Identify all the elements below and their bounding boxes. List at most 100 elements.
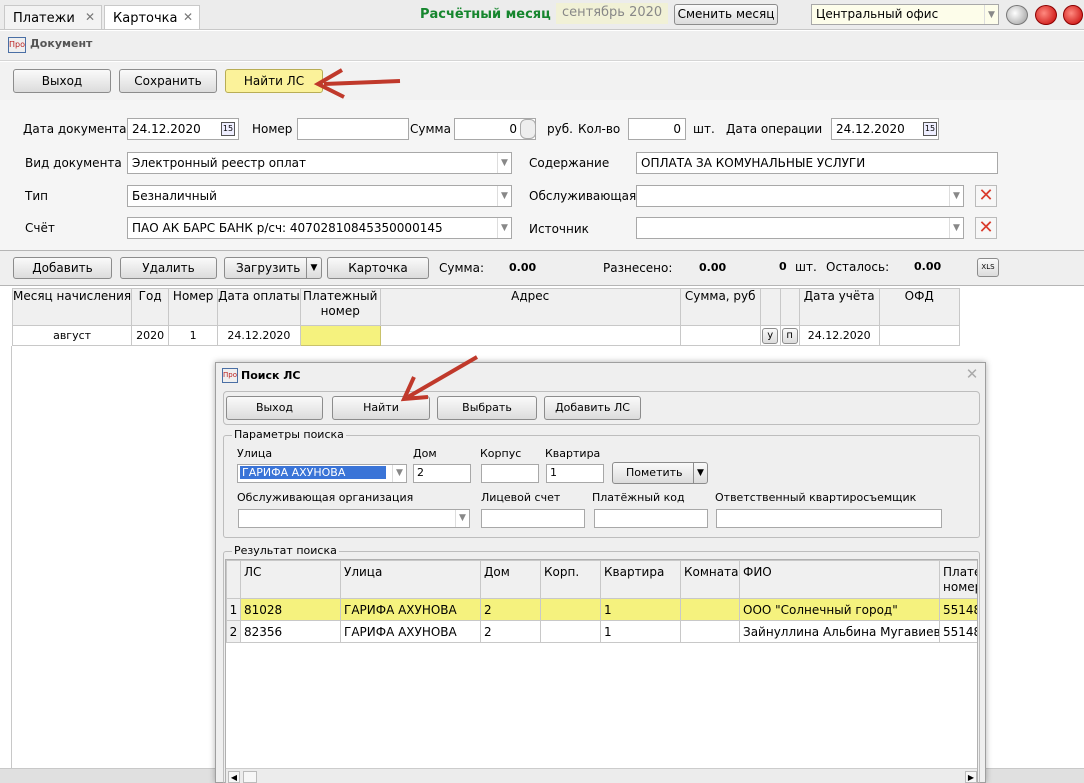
chevron-down-icon[interactable]: ▼ xyxy=(497,186,511,206)
chevron-down-icon[interactable]: ▼ xyxy=(949,186,963,206)
record-icon[interactable] xyxy=(1035,5,1057,25)
tab-payments[interactable]: Платежи ✕ xyxy=(4,5,102,29)
p-button[interactable]: п xyxy=(781,327,798,344)
col-header[interactable]: ОФД xyxy=(878,288,960,326)
exit-button[interactable]: Выход xyxy=(226,396,323,420)
col-header[interactable]: Сумма, руб xyxy=(679,288,761,326)
col-header[interactable]: Дата оплаты xyxy=(217,288,301,326)
cell-pay-number[interactable] xyxy=(299,325,381,346)
office-select[interactable]: Центральный офис ▼ xyxy=(811,4,999,25)
xls-export-icon[interactable]: XLS xyxy=(977,258,999,277)
cell-date[interactable]: 24.12.2020 xyxy=(217,325,301,346)
cell-year[interactable]: 2020 xyxy=(131,325,170,346)
table-row[interactable]: 1 81028 ГАРИФА АХУНОВА 2 1 ООО "Солнечны… xyxy=(226,598,977,621)
cell-house[interactable]: 2 xyxy=(480,598,541,621)
change-month-button[interactable]: Сменить месяц xyxy=(674,4,778,25)
mark-button[interactable]: Пометить ▼ xyxy=(612,462,708,484)
org-select[interactable]: ▼ xyxy=(238,509,470,528)
exit-button[interactable]: Выход xyxy=(13,69,111,93)
qty-field[interactable]: 0 xyxy=(628,118,686,140)
col-header[interactable]: Месяц начисления xyxy=(11,288,133,326)
add-button[interactable]: Добавить xyxy=(13,257,112,279)
load-button[interactable]: Загрузить ▼ xyxy=(224,257,322,279)
cell-month[interactable]: август xyxy=(11,325,133,346)
cell-room[interactable] xyxy=(680,598,740,621)
cell-street[interactable]: ГАРИФА АХУНОВА xyxy=(340,598,481,621)
cell-pay-number[interactable]: 551488 xyxy=(939,598,977,621)
cell-flat[interactable]: 1 xyxy=(600,598,681,621)
house-field[interactable]: 2 xyxy=(413,464,471,483)
serv-select[interactable]: ▼ xyxy=(636,185,964,207)
table-row[interactable]: 2 82356 ГАРИФА АХУНОВА 2 1 Зайнуллина Ал… xyxy=(226,620,977,643)
korpus-field[interactable] xyxy=(481,464,539,483)
card-button[interactable]: Карточка xyxy=(327,257,429,279)
delete-button[interactable]: Удалить xyxy=(120,257,217,279)
chevron-down-icon[interactable]: ▼ xyxy=(984,5,998,24)
search-icon[interactable] xyxy=(1006,5,1028,25)
col-header[interactable]: Дата учёта xyxy=(798,288,880,326)
flat-field[interactable]: 1 xyxy=(546,464,604,483)
col-header[interactable]: Корп. xyxy=(540,560,601,599)
exit-icon[interactable] xyxy=(1063,5,1083,25)
cell-pay-number[interactable]: 551482 xyxy=(939,620,977,643)
chevron-down-icon[interactable]: ▼ xyxy=(306,258,321,278)
src-select[interactable]: ▼ xyxy=(636,217,964,239)
scroll-thumb[interactable] xyxy=(243,771,257,783)
col-header[interactable]: Год xyxy=(131,288,170,326)
cell-house[interactable]: 2 xyxy=(480,620,541,643)
cell-korp[interactable] xyxy=(540,620,601,643)
spinner-icon[interactable] xyxy=(520,119,536,139)
col-header[interactable]: Адрес xyxy=(379,288,681,326)
scroll-left-icon[interactable]: ◀ xyxy=(228,771,240,783)
close-icon[interactable]: ✕ xyxy=(964,366,980,382)
cell-acc-date[interactable]: 24.12.2020 xyxy=(798,325,880,346)
table-row[interactable]: август 2020 1 24.12.2020 у п 24.12.2020 xyxy=(11,325,960,346)
type-select[interactable]: Безналичный ▼ xyxy=(127,185,512,207)
chevron-down-icon[interactable]: ▼ xyxy=(693,463,707,483)
cell-fio[interactable]: Зайнуллина Альбина Мугавиевна xyxy=(739,620,940,643)
ls-field[interactable] xyxy=(481,509,585,528)
street-select[interactable]: ГАРИФА АХУНОВА ▼ xyxy=(237,464,407,483)
cell-korp[interactable] xyxy=(540,598,601,621)
col-header[interactable]: Квартира xyxy=(600,560,681,599)
clear-serv-icon[interactable]: ✕ xyxy=(975,185,997,207)
col-header[interactable]: ФИО xyxy=(739,560,940,599)
content-field[interactable]: ОПЛАТА ЗА КОМУНАЛЬНЫЕ УСЛУГИ xyxy=(636,152,998,174)
scroll-right-icon[interactable]: ▶ xyxy=(965,771,977,783)
add-ls-button[interactable]: Добавить ЛС xyxy=(544,396,641,420)
cell-address[interactable] xyxy=(379,325,681,346)
col-header[interactable]: Дом xyxy=(480,560,541,599)
calendar-icon[interactable]: 15 xyxy=(923,122,937,136)
col-header[interactable]: ЛС xyxy=(240,560,341,599)
col-header[interactable]: Платежный номер xyxy=(299,288,381,326)
calendar-icon[interactable]: 15 xyxy=(221,122,235,136)
clear-src-icon[interactable]: ✕ xyxy=(975,217,997,239)
col-header[interactable]: Плате номер xyxy=(939,560,977,599)
cell-u-button[interactable]: у xyxy=(759,325,781,346)
cell-ls[interactable]: 81028 xyxy=(240,598,341,621)
cell-ofd[interactable] xyxy=(878,325,960,346)
cell-p-button[interactable]: п xyxy=(779,325,800,346)
cell-flat[interactable]: 1 xyxy=(600,620,681,643)
cell-room[interactable] xyxy=(680,620,740,643)
cell-sum[interactable] xyxy=(679,325,761,346)
col-header[interactable]: Улица xyxy=(340,560,481,599)
resp-field[interactable] xyxy=(716,509,942,528)
col-header[interactable]: Номер xyxy=(168,288,219,326)
close-icon[interactable]: ✕ xyxy=(85,10,95,24)
chevron-down-icon[interactable]: ▼ xyxy=(949,218,963,238)
cell-street[interactable]: ГАРИФА АХУНОВА xyxy=(340,620,481,643)
col-header[interactable] xyxy=(779,288,800,326)
close-icon[interactable]: ✕ xyxy=(183,10,193,24)
save-button[interactable]: Сохранить xyxy=(119,69,217,93)
chevron-down-icon[interactable]: ▼ xyxy=(497,153,511,173)
col-header[interactable] xyxy=(759,288,781,326)
chevron-down-icon[interactable]: ▼ xyxy=(497,218,511,238)
col-header[interactable]: Комната xyxy=(680,560,740,599)
u-button[interactable]: у xyxy=(762,327,779,344)
chevron-down-icon[interactable]: ▼ xyxy=(455,510,469,527)
cell-fio[interactable]: ООО "Солнечный город" xyxy=(739,598,940,621)
number-field[interactable] xyxy=(297,118,409,140)
chevron-down-icon[interactable]: ▼ xyxy=(392,465,406,482)
vid-select[interactable]: Электронный реестр оплат ▼ xyxy=(127,152,512,174)
